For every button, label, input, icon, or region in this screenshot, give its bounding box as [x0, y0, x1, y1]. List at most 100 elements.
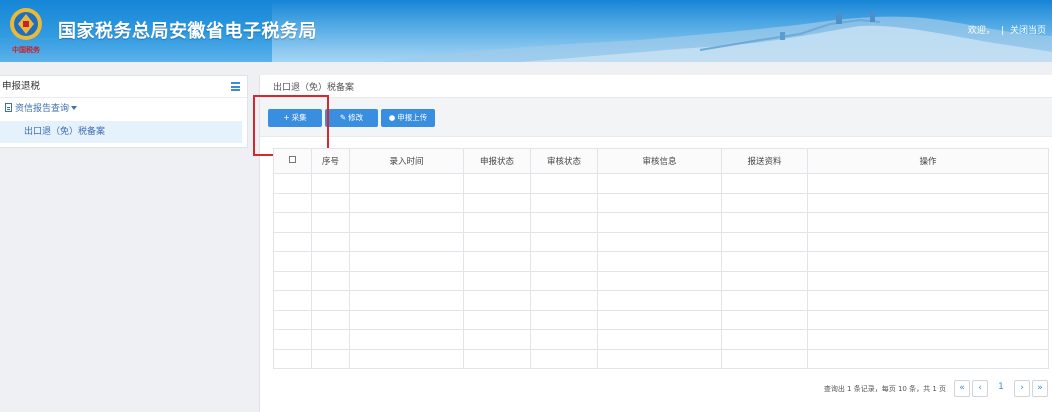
table-cell	[721, 270, 808, 291]
table-cell	[597, 192, 722, 213]
annotation-highlight-box	[253, 95, 329, 156]
table-cell	[807, 290, 1049, 311]
edit-button[interactable]: ✎ 修改	[325, 109, 378, 127]
hamburger-icon[interactable]	[231, 82, 240, 91]
tax-emblem-logo: 中国税务	[10, 8, 42, 54]
sidebar-group-credit-report[interactable]: 资信报告查询	[0, 98, 247, 120]
table-cell	[463, 173, 531, 194]
table-cell	[311, 309, 350, 330]
table-cell	[807, 173, 1049, 194]
select-all-cell	[273, 148, 312, 174]
table-cell	[721, 251, 808, 272]
site-header: 中国税务 国家税务总局安徽省电子税务局 欢迎， | 关闭当页	[0, 0, 1052, 62]
table-cell	[273, 192, 312, 213]
sidebar-header: 申报退税	[0, 76, 247, 98]
table-cell	[807, 309, 1049, 330]
document-icon	[5, 103, 12, 112]
table-cell	[721, 290, 808, 311]
select-all-checkbox[interactable]	[289, 156, 296, 163]
table-cell	[273, 212, 312, 233]
breadcrumb: 出口退（免）税备案	[273, 83, 355, 93]
table-cell	[349, 192, 464, 213]
first-page-button[interactable]: «	[954, 380, 970, 397]
table-cell	[311, 348, 350, 369]
declare-upload-button[interactable]: ● 申报上传	[381, 109, 435, 127]
column-header: 审核信息	[597, 148, 722, 174]
user-icon: ●	[388, 113, 396, 122]
table-cell	[311, 251, 350, 272]
table-cell	[311, 212, 350, 233]
current-page-number[interactable]: 1	[990, 380, 1012, 397]
table-cell	[721, 212, 808, 233]
declare-upload-button-label: 申报上传	[397, 113, 428, 122]
column-header: 序号	[311, 148, 350, 174]
table-cell	[721, 231, 808, 252]
table-body	[273, 173, 1049, 369]
table-cell	[311, 231, 350, 252]
table-cell	[349, 231, 464, 252]
column-header: 报送资料	[721, 148, 808, 174]
table-cell	[311, 192, 350, 213]
table-cell	[463, 231, 531, 252]
table-row	[273, 309, 1049, 330]
sidebar-item-export-refund-filing[interactable]: 出口退（免）税备案	[0, 121, 242, 143]
table-row	[273, 329, 1049, 350]
table-cell	[311, 173, 350, 194]
table-row	[273, 231, 1049, 252]
table-cell	[463, 251, 531, 272]
table-cell	[349, 212, 464, 233]
table-cell	[273, 309, 312, 330]
main-panel: 出口退（免）税备案 + 采集 ✎ 修改 ● 申报上传 序号 录入时间 申报状态 审核状…	[253, 75, 1052, 412]
table-cell	[463, 348, 531, 369]
table-cell	[311, 329, 350, 350]
table-row	[273, 212, 1049, 233]
close-page-link[interactable]: 关闭当页	[1010, 23, 1046, 36]
table-cell	[807, 348, 1049, 369]
table-row	[273, 290, 1049, 311]
table-row	[273, 251, 1049, 272]
sidebar-group-label: 资信报告查询	[15, 104, 70, 114]
table-cell	[273, 348, 312, 369]
table-cell	[530, 270, 598, 291]
table-cell	[273, 329, 312, 350]
header-user-links: 欢迎， | 关闭当页	[968, 23, 1046, 36]
table-cell	[721, 329, 808, 350]
table-cell	[463, 309, 531, 330]
table-cell	[349, 329, 464, 350]
table-row	[273, 192, 1049, 213]
column-header: 申报状态	[463, 148, 531, 174]
table-cell	[807, 231, 1049, 252]
table-cell	[463, 192, 531, 213]
prev-page-button[interactable]: ‹	[972, 380, 988, 397]
sidebar-title: 申报退税	[2, 81, 41, 92]
table-cell	[311, 270, 350, 291]
column-header: 操作	[807, 148, 1049, 174]
edit-icon: ✎	[339, 113, 347, 122]
table-cell	[530, 173, 598, 194]
table-cell	[463, 290, 531, 311]
table-cell	[273, 290, 312, 311]
caret-down-icon	[71, 106, 78, 110]
table-cell	[463, 270, 531, 291]
left-sidebar: 申报退税 资信报告查询 出口退（免）税备案	[0, 75, 248, 148]
last-page-button[interactable]: »	[1032, 380, 1048, 397]
table-row	[273, 173, 1049, 194]
table-cell	[597, 329, 722, 350]
next-page-button[interactable]: ›	[1014, 380, 1030, 397]
edit-button-label: 修改	[348, 113, 364, 122]
table-cell	[721, 309, 808, 330]
table-cell	[721, 173, 808, 194]
table-cell	[807, 192, 1049, 213]
table-cell	[311, 290, 350, 311]
table-cell	[597, 173, 722, 194]
table-cell	[463, 212, 531, 233]
table-cell	[807, 329, 1049, 350]
table-cell	[349, 270, 464, 291]
table-cell	[721, 192, 808, 213]
table-cell	[530, 212, 598, 233]
table-row	[273, 348, 1049, 369]
table-cell	[273, 270, 312, 291]
table-cell	[597, 270, 722, 291]
table-cell	[721, 348, 808, 369]
table-cell	[807, 270, 1049, 291]
